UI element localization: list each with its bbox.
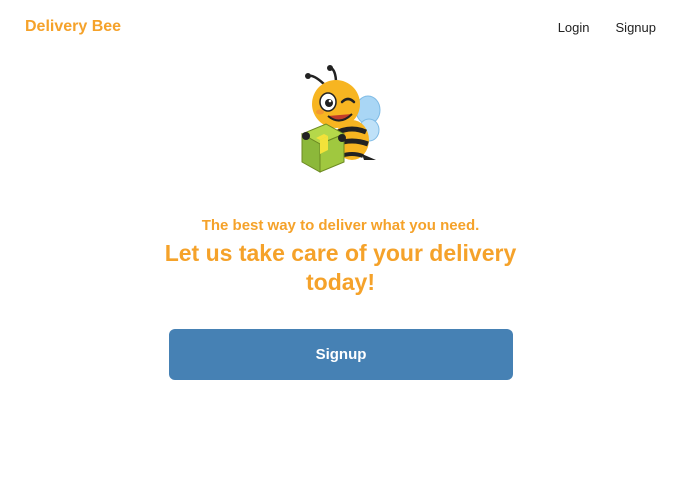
page-headline: Let us take care of your delivery today! <box>164 240 517 295</box>
tagline: The best way to deliver what you need. <box>201 217 480 234</box>
signup-button[interactable]: Signup <box>169 329 513 380</box>
signup-link[interactable]: Signup <box>616 19 656 37</box>
brand-logo-link[interactable]: Delivery Bee <box>25 17 121 37</box>
bee-carrying-package-icon <box>300 65 381 173</box>
login-link[interactable]: Login <box>558 19 590 37</box>
nav-links: Login Signup <box>558 19 656 37</box>
